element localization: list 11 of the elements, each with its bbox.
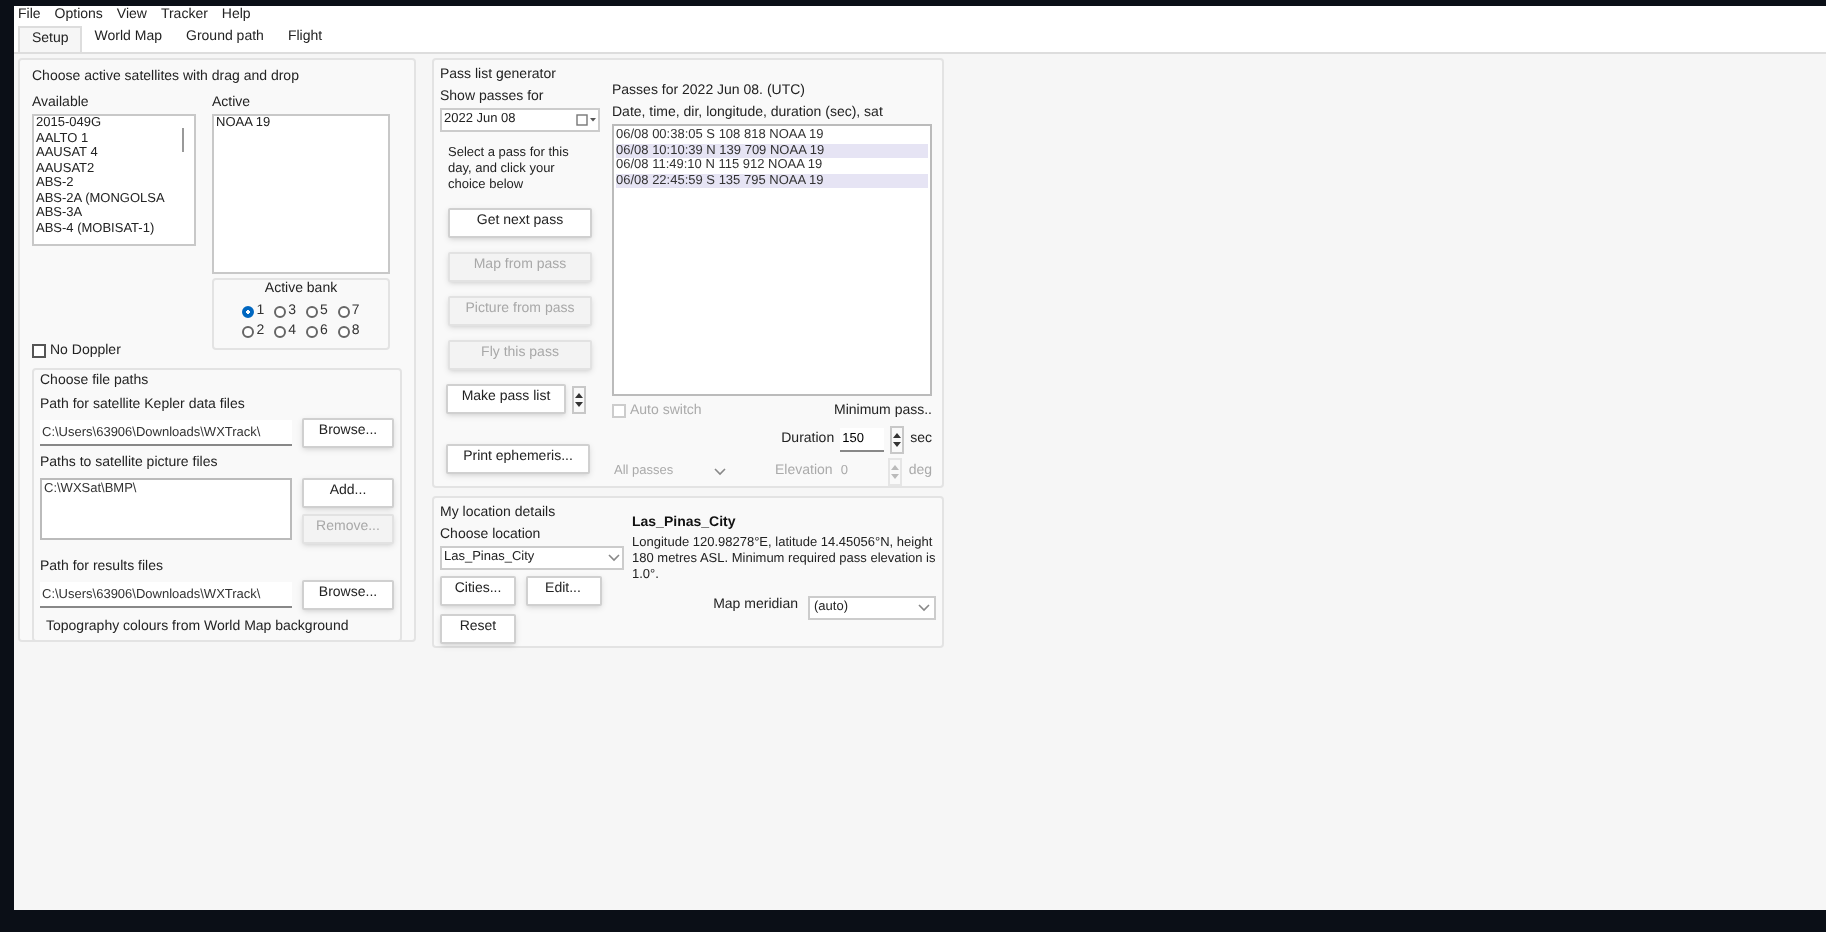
spin-arrows-icon: [892, 430, 903, 450]
spin-arrows-icon: [574, 389, 584, 409]
checkbox[interactable]: [32, 344, 46, 359]
chevron-down-icon: [918, 603, 930, 611]
spin-buttons[interactable]: [572, 385, 586, 413]
spin-arrows-icon: [890, 462, 901, 482]
calendar-icon: [576, 114, 596, 126]
spin-buttons[interactable]: [890, 426, 905, 454]
scrollbar-thumb[interactable]: [181, 128, 184, 152]
chevron-down-icon: [608, 554, 620, 562]
chevron-down-icon: [714, 468, 726, 476]
